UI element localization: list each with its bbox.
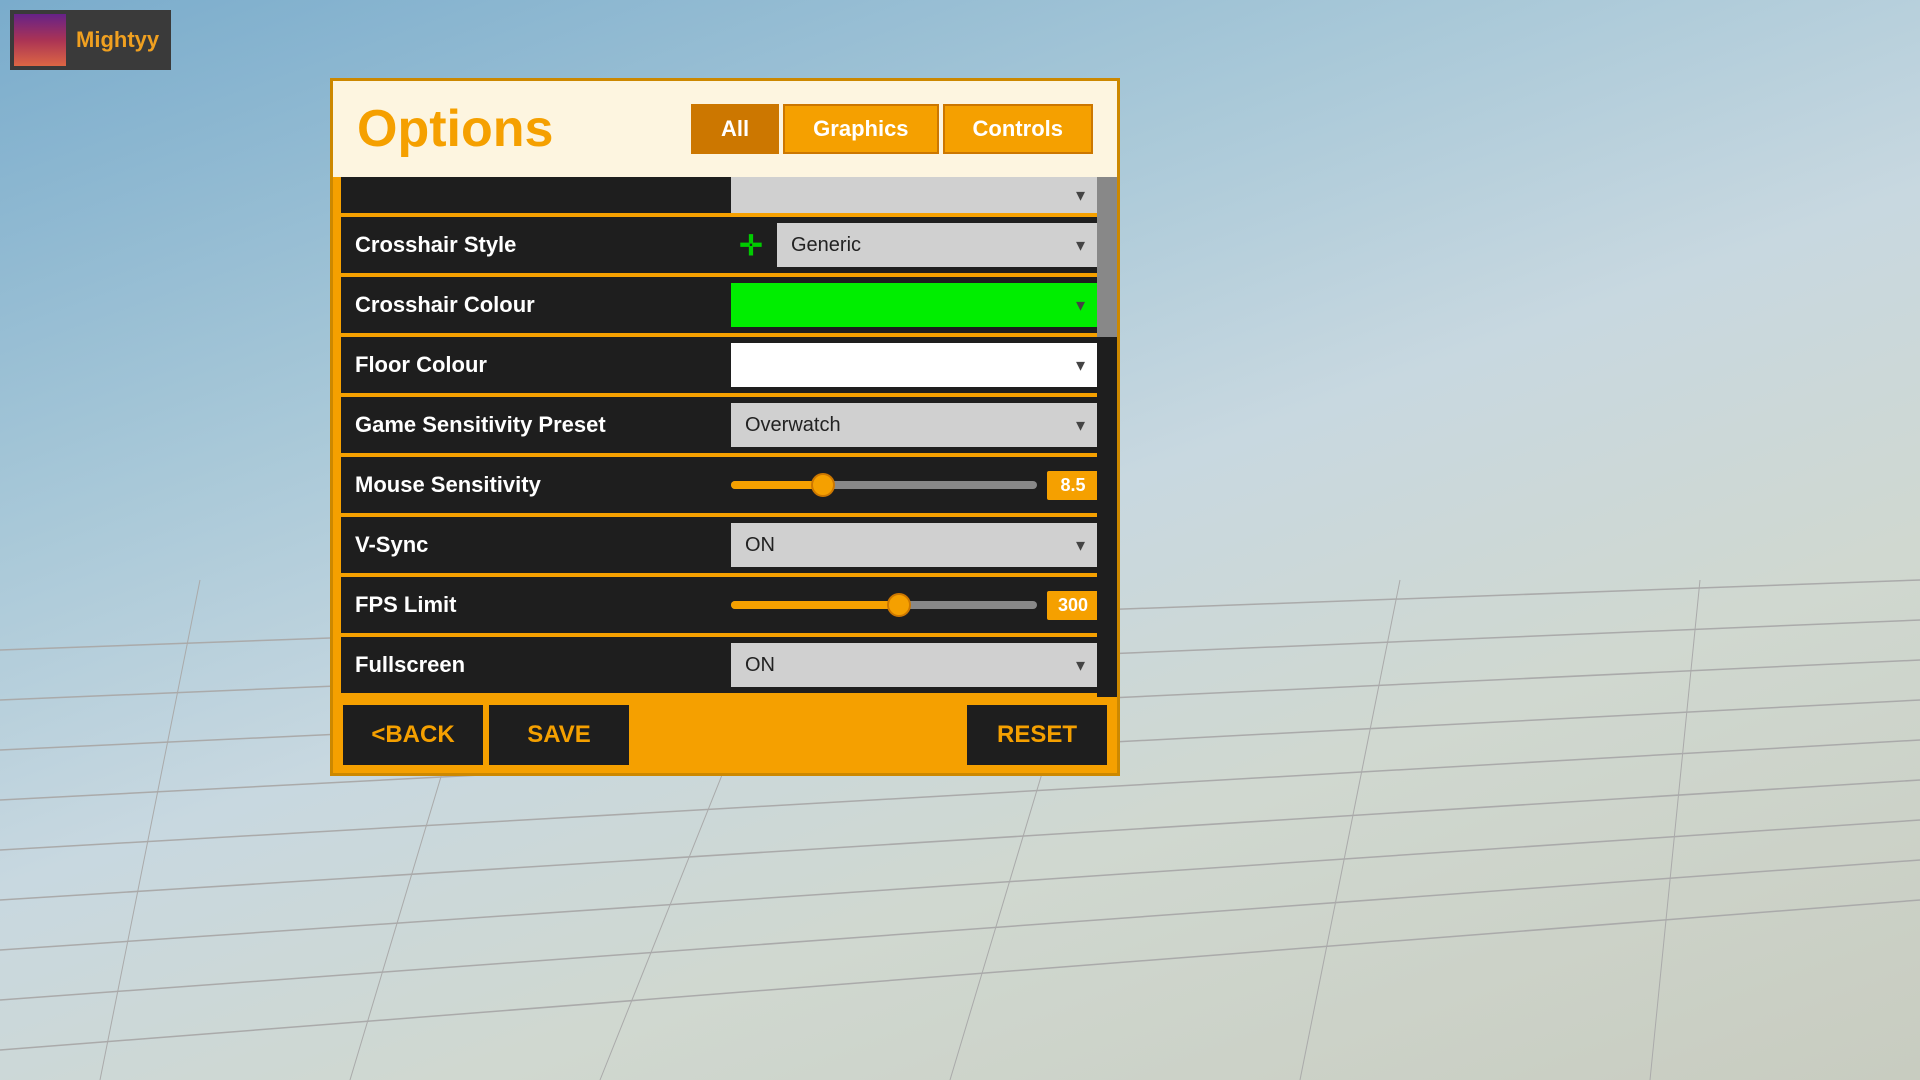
game-sensitivity-preset-arrow: ▾ xyxy=(1076,415,1085,436)
vsync-value: ON xyxy=(745,534,775,557)
dialog-footer: <BACK SAVE RESET xyxy=(333,697,1117,773)
partial-control: ▾ xyxy=(731,177,1099,213)
reset-button[interactable]: RESET xyxy=(967,705,1107,765)
floor-colour-label: Floor Colour xyxy=(351,352,731,378)
vsync-label: V-Sync xyxy=(351,532,731,558)
partial-dropdown[interactable]: ▾ xyxy=(731,177,1099,213)
scrollbar-thumb[interactable] xyxy=(1097,177,1117,337)
tab-controls[interactable]: Controls xyxy=(943,104,1093,154)
game-sensitivity-preset-dropdown[interactable]: Overwatch ▾ xyxy=(731,403,1099,447)
fps-limit-thumb[interactable] xyxy=(887,593,911,617)
tab-buttons: All Graphics Controls xyxy=(691,104,1093,154)
vsync-arrow: ▾ xyxy=(1076,535,1085,556)
fps-limit-label: FPS Limit xyxy=(351,592,731,618)
dialog-header: Options All Graphics Controls xyxy=(333,81,1117,177)
options-dialog: Options All Graphics Controls ▾ Crossh xyxy=(330,78,1120,776)
game-sensitivity-preset-label: Game Sensitivity Preset xyxy=(351,412,731,438)
fps-limit-control: 300 xyxy=(731,591,1099,620)
fullscreen-control: ON ▾ xyxy=(731,643,1099,687)
settings-list: ▾ Crosshair Style ✛ Generic ▾ Crosshair … xyxy=(333,177,1117,697)
dialog-content: ▾ Crosshair Style ✛ Generic ▾ Crosshair … xyxy=(333,177,1117,773)
floor-colour-control: ▾ xyxy=(731,343,1099,387)
floor-colour-dropdown[interactable]: ▾ xyxy=(731,343,1099,387)
dialog-title: Options xyxy=(357,99,553,159)
crosshair-colour-label: Crosshair Colour xyxy=(351,292,731,318)
floor-colour-row: Floor Colour ▾ xyxy=(341,337,1109,393)
user-profile: Mightyy xyxy=(10,10,171,70)
mouse-sensitivity-fill xyxy=(731,481,823,489)
crosshair-style-label: Crosshair Style xyxy=(351,232,731,258)
crosshair-style-arrow: ▾ xyxy=(1076,235,1085,256)
back-button[interactable]: <BACK xyxy=(343,705,483,765)
game-sensitivity-preset-value: Overwatch xyxy=(745,414,841,437)
save-button[interactable]: SAVE xyxy=(489,705,629,765)
mouse-sensitivity-row: Mouse Sensitivity 8.5 xyxy=(341,457,1109,513)
fullscreen-dropdown[interactable]: ON ▾ xyxy=(731,643,1099,687)
scrollbar[interactable] xyxy=(1097,177,1117,697)
fullscreen-row: Fullscreen ON ▾ xyxy=(341,637,1109,693)
crosshair-style-control: ✛ Generic ▾ xyxy=(731,223,1099,267)
crosshair-style-row: Crosshair Style ✛ Generic ▾ xyxy=(341,217,1109,273)
mouse-sensitivity-value: 8.5 xyxy=(1047,471,1099,500)
avatar-image xyxy=(14,14,66,66)
game-sensitivity-preset-control: Overwatch ▾ xyxy=(731,403,1099,447)
username-label: Mightyy xyxy=(76,27,159,53)
fullscreen-value: ON xyxy=(745,654,775,677)
crosshair-colour-dropdown[interactable]: ▾ xyxy=(731,283,1099,327)
crosshair-style-dropdown[interactable]: Generic ▾ xyxy=(777,223,1099,267)
mouse-sensitivity-control: 8.5 xyxy=(731,471,1099,500)
crosshair-style-value: Generic xyxy=(791,234,861,257)
game-sensitivity-preset-row: Game Sensitivity Preset Overwatch ▾ xyxy=(341,397,1109,453)
crosshair-colour-arrow: ▾ xyxy=(1076,295,1085,316)
fps-limit-slider-container: 300 xyxy=(731,591,1099,620)
vsync-row: V-Sync ON ▾ xyxy=(341,517,1109,573)
avatar xyxy=(14,14,66,66)
fps-limit-value: 300 xyxy=(1047,591,1099,620)
mouse-sensitivity-track[interactable] xyxy=(731,481,1037,489)
fps-limit-fill xyxy=(731,601,899,609)
mouse-sensitivity-label: Mouse Sensitivity xyxy=(351,472,731,498)
mouse-sensitivity-slider-container: 8.5 xyxy=(731,471,1099,500)
tab-all[interactable]: All xyxy=(691,104,779,154)
fps-limit-track[interactable] xyxy=(731,601,1037,609)
crosshair-plus-icon: ✛ xyxy=(731,229,771,262)
fullscreen-label: Fullscreen xyxy=(351,652,731,678)
tab-graphics[interactable]: Graphics xyxy=(783,104,938,154)
crosshair-colour-control: ▾ xyxy=(731,283,1099,327)
crosshair-colour-row: Crosshair Colour ▾ xyxy=(341,277,1109,333)
vsync-control: ON ▾ xyxy=(731,523,1099,567)
fps-limit-row: FPS Limit 300 xyxy=(341,577,1109,633)
fullscreen-arrow: ▾ xyxy=(1076,655,1085,676)
partial-row: ▾ xyxy=(341,177,1109,213)
mouse-sensitivity-thumb[interactable] xyxy=(811,473,835,497)
floor-colour-arrow: ▾ xyxy=(1076,355,1085,376)
vsync-dropdown[interactable]: ON ▾ xyxy=(731,523,1099,567)
